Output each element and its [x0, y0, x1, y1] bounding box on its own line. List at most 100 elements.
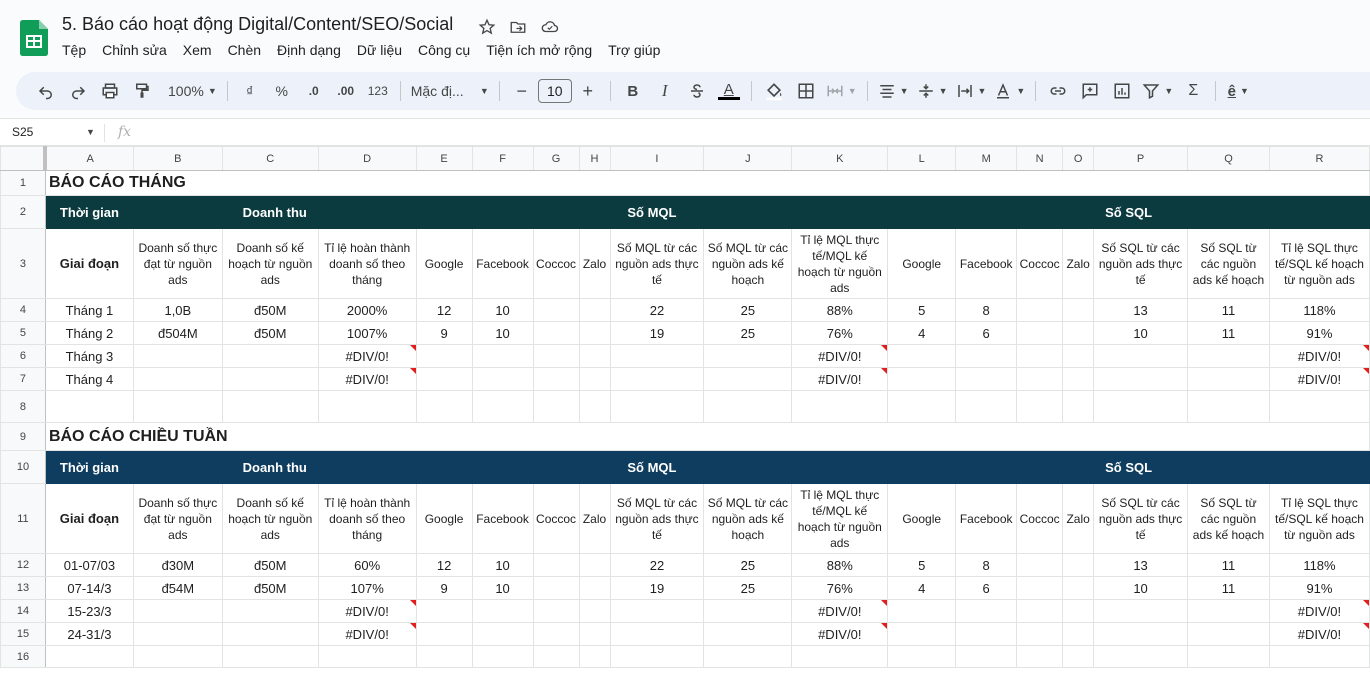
sub-header-cell[interactable]: Google: [887, 228, 957, 299]
row-header-15[interactable]: 15: [0, 622, 46, 646]
row-header-1[interactable]: 1: [0, 170, 46, 196]
table-cell[interactable]: 19: [609, 321, 705, 345]
header-revenue[interactable]: Doanh thu: [132, 450, 417, 484]
table-cell[interactable]: 11: [1187, 553, 1270, 577]
table-cell[interactable]: [1062, 645, 1095, 668]
table-cell[interactable]: #DIV/0!: [317, 367, 417, 391]
header-mql[interactable]: Số MQL: [415, 195, 889, 229]
sub-header-cell[interactable]: Zalo: [1062, 228, 1095, 299]
insert-chart-icon[interactable]: [1110, 77, 1134, 105]
table-cell[interactable]: 13: [1093, 298, 1189, 322]
table-cell[interactable]: [221, 344, 319, 368]
table-cell[interactable]: #DIV/0!: [791, 622, 889, 646]
table-cell[interactable]: [221, 599, 319, 623]
sub-header-cell[interactable]: Coccoc: [532, 483, 580, 554]
text-rotation-icon[interactable]: ▼: [994, 77, 1025, 105]
column-header-j[interactable]: J: [703, 146, 793, 171]
menu-format[interactable]: Định dạng: [277, 42, 349, 58]
column-header-b[interactable]: B: [132, 146, 223, 171]
table-cell[interactable]: 76%: [791, 321, 889, 345]
print-icon[interactable]: [98, 77, 122, 105]
table-cell[interactable]: 25: [703, 321, 793, 345]
table-cell[interactable]: 5: [887, 553, 957, 577]
move-folder-icon[interactable]: [508, 17, 528, 37]
table-cell[interactable]: [955, 622, 1018, 646]
borders-icon[interactable]: [794, 77, 818, 105]
decrease-decimal-button[interactable]: .0: [302, 77, 326, 105]
table-cell[interactable]: [1268, 645, 1370, 668]
row-header-12[interactable]: 12: [0, 553, 46, 577]
table-cell[interactable]: [132, 622, 223, 646]
table-cell[interactable]: [955, 390, 1018, 423]
table-cell[interactable]: 25: [703, 576, 793, 600]
table-cell[interactable]: [471, 390, 534, 423]
table-cell[interactable]: 10: [471, 576, 534, 600]
table-cell[interactable]: [1187, 622, 1270, 646]
table-cell[interactable]: 25: [703, 298, 793, 322]
table-cell[interactable]: [703, 344, 793, 368]
table-cell[interactable]: [703, 367, 793, 391]
table-cell[interactable]: 24-31/3: [44, 622, 134, 646]
table-cell[interactable]: [578, 367, 611, 391]
table-cell[interactable]: [415, 344, 473, 368]
input-tools-icon[interactable]: ê ▼: [1226, 77, 1250, 105]
table-cell[interactable]: [609, 645, 705, 668]
table-cell[interactable]: [1016, 390, 1064, 423]
table-cell[interactable]: [955, 367, 1018, 391]
table-cell[interactable]: 12: [415, 298, 473, 322]
sub-header-cell[interactable]: Giai đoạn: [44, 483, 134, 554]
menu-file[interactable]: Tệp: [62, 42, 94, 58]
table-cell[interactable]: [703, 645, 793, 668]
table-cell[interactable]: [44, 645, 134, 668]
table-cell[interactable]: 88%: [791, 553, 889, 577]
sheets-logo-icon[interactable]: [20, 20, 48, 56]
table-cell[interactable]: #DIV/0!: [791, 367, 889, 391]
table-cell[interactable]: [471, 622, 534, 646]
row-header-7[interactable]: 7: [0, 367, 46, 391]
table-cell[interactable]: #DIV/0!: [791, 344, 889, 368]
sub-header-cell[interactable]: Doanh số kế hoạch từ nguồn ads: [221, 228, 319, 299]
horizontal-align-icon[interactable]: ▼: [878, 77, 909, 105]
table-cell[interactable]: #DIV/0!: [317, 622, 417, 646]
table-cell[interactable]: 76%: [791, 576, 889, 600]
table-cell[interactable]: [791, 645, 889, 668]
table-cell[interactable]: #DIV/0!: [317, 599, 417, 623]
table-cell[interactable]: [1093, 599, 1189, 623]
sub-header-cell[interactable]: Zalo: [578, 483, 611, 554]
table-cell[interactable]: [887, 622, 957, 646]
functions-icon[interactable]: Σ: [1181, 77, 1205, 105]
menu-insert[interactable]: Chèn: [228, 42, 269, 58]
sub-header-cell[interactable]: Tỉ lệ MQL thực tế/MQL kế hoạch từ nguồn …: [791, 483, 889, 554]
strikethrough-icon[interactable]: [685, 77, 709, 105]
table-cell[interactable]: [578, 622, 611, 646]
table-cell[interactable]: [471, 344, 534, 368]
table-cell[interactable]: 19: [609, 576, 705, 600]
header-time[interactable]: Thời gian: [44, 195, 134, 229]
table-cell[interactable]: 60%: [317, 553, 417, 577]
table-cell[interactable]: [221, 367, 319, 391]
table-cell[interactable]: [1093, 367, 1189, 391]
sub-header-cell[interactable]: Facebook: [471, 483, 534, 554]
menu-extensions[interactable]: Tiện ích mở rộng: [486, 42, 600, 58]
column-header-n[interactable]: N: [1016, 146, 1064, 171]
table-cell[interactable]: [132, 599, 223, 623]
star-icon[interactable]: [477, 17, 497, 37]
sub-header-cell[interactable]: Số SQL từ các nguồn ads thực tế: [1093, 483, 1189, 554]
sub-header-cell[interactable]: Tỉ lệ MQL thực tế/MQL kế hoạch từ nguồn …: [791, 228, 889, 299]
table-cell[interactable]: [578, 321, 611, 345]
table-cell[interactable]: 5: [887, 298, 957, 322]
table-cell[interactable]: [317, 645, 417, 668]
table-cell[interactable]: [532, 599, 580, 623]
column-header-p[interactable]: P: [1093, 146, 1189, 171]
menu-tools[interactable]: Công cụ: [418, 42, 478, 58]
row-header-13[interactable]: 13: [0, 576, 46, 600]
table-cell[interactable]: 6: [955, 321, 1018, 345]
table-cell[interactable]: [1093, 390, 1189, 423]
table-cell[interactable]: [1016, 645, 1064, 668]
table-cell[interactable]: [532, 622, 580, 646]
table-cell[interactable]: đ50M: [221, 321, 319, 345]
cloud-saved-icon[interactable]: [540, 17, 560, 37]
text-color-button[interactable]: A: [717, 77, 741, 105]
sub-header-cell[interactable]: Doanh số kế hoạch từ nguồn ads: [221, 483, 319, 554]
sub-header-cell[interactable]: Giai đoạn: [44, 228, 134, 299]
